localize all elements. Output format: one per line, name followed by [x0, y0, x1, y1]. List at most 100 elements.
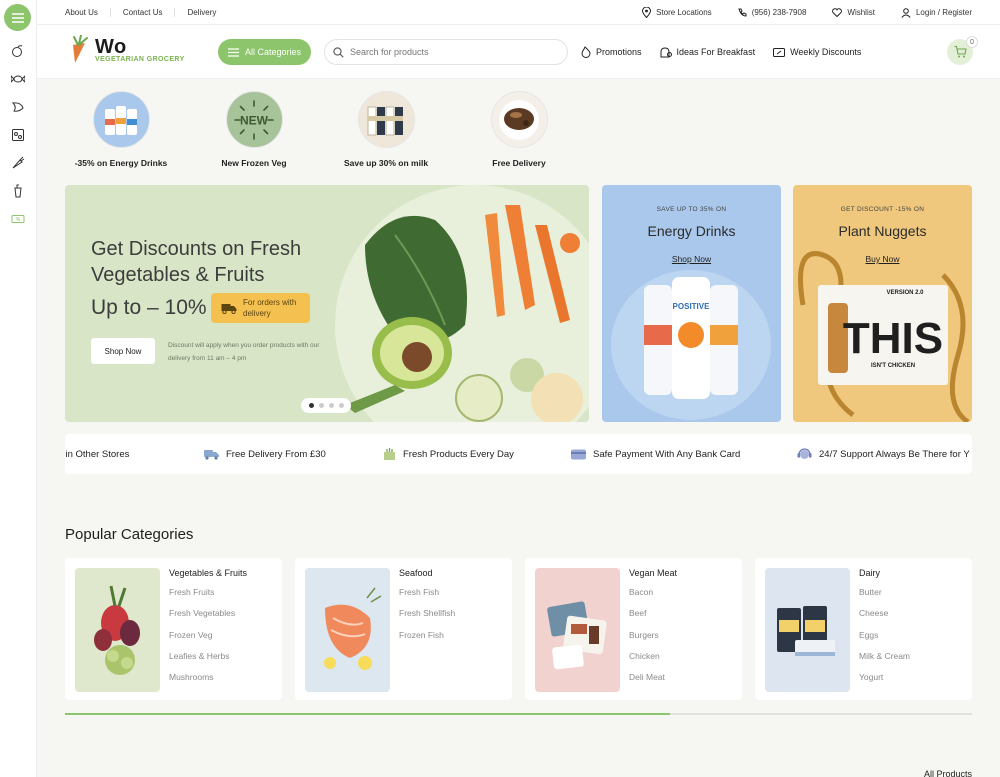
feature-label: Safe Payment With Any Bank Card — [593, 448, 741, 460]
story-save-on-milk-image — [357, 91, 415, 148]
category-title[interactable]: Seafood — [399, 568, 433, 578]
phone-link[interactable]: (956) 238-7908 — [738, 8, 806, 17]
top-bar: About Us Contact Us Delivery Store Locat… — [37, 0, 1000, 25]
sidebar-meat-icon[interactable] — [8, 125, 28, 145]
category-link[interactable]: Fresh Shellfish — [399, 608, 455, 629]
all-categories-button[interactable]: All Categories — [218, 39, 311, 65]
category-link[interactable]: Eggs — [859, 630, 910, 651]
new-badge-text: NEW — [240, 113, 269, 127]
search-input[interactable] — [350, 47, 550, 57]
category-links: Fresh Fruits Fresh Vegetables Frozen Veg… — [169, 587, 235, 693]
flame-icon — [581, 46, 591, 58]
energy-drinks-shop-now-link[interactable]: Shop Now — [602, 254, 781, 264]
category-link[interactable]: Fresh Vegetables — [169, 608, 235, 629]
login-register-label: Login / Register — [915, 8, 972, 17]
category-title[interactable]: Dairy — [859, 568, 880, 578]
all-products-link[interactable]: All Products — [924, 769, 972, 777]
hamburger-icon — [11, 12, 24, 23]
promo-energy-drinks[interactable]: POSITIVE SAVE UP TO 35% ON Energy Drinks… — [602, 185, 781, 422]
category-link[interactable]: Frozen Veg — [169, 630, 235, 651]
sidebar-fish-icon[interactable] — [8, 97, 28, 117]
plant-nuggets-illustration: THIS ISN'T CHICKEN VERSION 2.0 — [798, 251, 970, 422]
about-us-link[interactable]: About Us — [65, 8, 111, 17]
category-link[interactable]: Fresh Fruits — [169, 587, 235, 608]
can-label: POSITIVE — [673, 302, 711, 311]
package-brand-text: THIS — [843, 314, 943, 363]
story-new-frozen-veg-image: NEW — [225, 91, 283, 148]
categories-scroll-progress[interactable] — [65, 713, 972, 715]
scroll-progress-fill — [65, 713, 670, 715]
logo-subtitle: VEGETARIAN GROCERY — [95, 55, 185, 63]
category-link[interactable]: Yogurt — [859, 672, 910, 693]
story-free-delivery[interactable]: Free Delivery — [459, 91, 579, 168]
truck-icon — [221, 303, 237, 314]
login-register-link[interactable]: Login / Register — [901, 7, 972, 18]
story-save-on-milk[interactable]: Save up 30% on milk — [326, 91, 446, 168]
promo-title: Plant Nuggets — [838, 223, 927, 239]
hero-shop-now-button[interactable]: Shop Now — [91, 338, 155, 364]
category-title[interactable]: Vegetables & Fruits — [169, 568, 247, 578]
site-logo[interactable]: Wo VEGETARIAN GROCERY — [65, 35, 185, 65]
sidebar-discount-icon[interactable]: % — [8, 209, 28, 229]
carousel-dot[interactable] — [308, 403, 314, 408]
promo-title: Energy Drinks — [647, 223, 736, 239]
category-link[interactable]: Beef — [629, 608, 665, 629]
sidebar-candy-icon[interactable] — [8, 69, 28, 89]
feature-label: han in Other Stores — [65, 448, 130, 460]
feature-item: han in Other Stores — [65, 434, 129, 474]
feature-item: Safe Payment With Any Bank Card — [571, 434, 740, 474]
heart-icon — [832, 8, 843, 17]
category-link[interactable]: Deli Meat — [629, 672, 665, 693]
story-energy-drinks[interactable]: -35% on Energy Drinks — [61, 91, 181, 168]
stories-row: -35% on Energy Drinks NEW New Frozen Veg… — [37, 79, 1000, 179]
category-image — [75, 568, 160, 692]
promotions-label: Promotions — [596, 47, 642, 57]
category-title[interactable]: Vegan Meat — [629, 568, 677, 578]
promo-plant-nuggets[interactable]: THIS ISN'T CHICKEN VERSION 2.0 GET DISCO… — [793, 185, 972, 422]
menu-button[interactable] — [4, 4, 31, 31]
category-link[interactable]: Chicken — [629, 651, 665, 672]
story-new-frozen-veg[interactable]: NEW New Frozen Veg — [194, 91, 314, 168]
category-link[interactable]: Bacon — [629, 587, 665, 608]
category-link[interactable]: Milk & Cream — [859, 651, 910, 672]
category-link[interactable]: Frozen Fish — [399, 630, 455, 651]
feature-item: Free Delivery From £30 — [204, 434, 326, 474]
promotions-link[interactable]: Promotions — [581, 46, 642, 58]
category-link[interactable]: Mushrooms — [169, 672, 235, 693]
store-locations-link[interactable]: Store Locations — [642, 7, 712, 18]
carousel-dot[interactable] — [338, 403, 344, 408]
weekly-discounts-link[interactable]: Weekly Discounts — [773, 47, 861, 57]
menu-lines-icon — [227, 47, 239, 57]
contact-us-link[interactable]: Contact Us — [111, 8, 176, 17]
sidebar-vegetable-icon[interactable] — [8, 153, 28, 173]
feature-item: Fresh Products Every Day — [383, 434, 514, 474]
sidebar-drinks-icon[interactable] — [8, 181, 28, 201]
category-link[interactable]: Fresh Fish — [399, 587, 455, 608]
category-links: Bacon Beef Burgers Chicken Deli Meat — [629, 587, 665, 693]
category-card-vegetables-fruits[interactable]: Vegetables & Fruits Fresh Fruits Fresh V… — [65, 558, 282, 700]
ideas-for-breakfast-link[interactable]: Ideas For Breakfast — [660, 46, 755, 58]
delivery-link[interactable]: Delivery — [175, 8, 228, 17]
category-link[interactable]: Leafies & Herbs — [169, 651, 235, 672]
hero-note: Discount will apply when you order produ… — [168, 342, 320, 362]
category-link[interactable]: Butter — [859, 587, 910, 608]
cart-button[interactable]: 0 — [947, 36, 978, 65]
category-card-seafood[interactable]: Seafood Fresh Fish Fresh Shellfish Froze… — [295, 558, 512, 700]
bank-card-icon — [571, 449, 586, 459]
sidebar-fruit-icon[interactable] — [8, 41, 28, 61]
feature-label: 24/7 Support Always Be There for Y — [819, 448, 970, 460]
feature-label: Free Delivery From £30 — [226, 448, 326, 460]
plant-nuggets-buy-now-link[interactable]: Buy Now — [793, 254, 972, 264]
carousel-dot[interactable] — [318, 403, 324, 408]
wishlist-link[interactable]: Wishlist — [832, 8, 875, 17]
logo-title: Wo — [95, 35, 127, 58]
promo-small-text: SAVE UP TO 35% ON — [656, 206, 727, 213]
carousel-dot[interactable] — [328, 403, 334, 408]
hero-banner[interactable]: Get Discounts on Fresh Vegetables & Frui… — [65, 185, 589, 422]
category-link[interactable]: Burgers — [629, 630, 665, 651]
search-bar[interactable] — [324, 39, 568, 65]
category-link[interactable]: Cheese — [859, 608, 910, 629]
category-image — [535, 568, 620, 692]
category-card-dairy[interactable]: Dairy Butter Cheese Eggs Milk & Cream Yo… — [755, 558, 972, 700]
category-card-vegan-meat[interactable]: Vegan Meat Bacon Beef Burgers Chicken De… — [525, 558, 742, 700]
